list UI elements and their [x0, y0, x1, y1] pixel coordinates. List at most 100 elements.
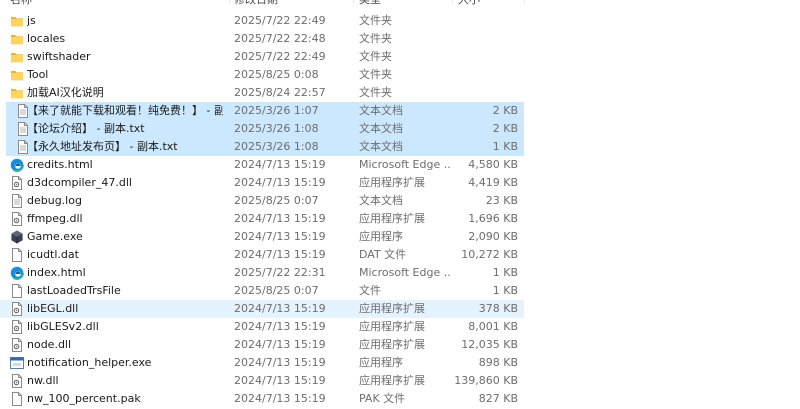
file-size: 1 KB — [492, 266, 518, 279]
file-name: locales — [27, 32, 66, 45]
folder-icon — [10, 50, 24, 64]
folder-icon — [10, 32, 24, 46]
column-divider[interactable] — [353, 0, 354, 3]
dll-file-icon — [10, 374, 24, 388]
file-date: 2024/7/13 15:19 — [234, 374, 326, 387]
file-size: 827 KB — [478, 392, 518, 405]
file-row[interactable]: 【来了就能下载和观看！纯免费！】 - 副... 2025/3/26 1:07 文本文… — [6, 102, 524, 120]
file-size: 2,090 KB — [468, 230, 518, 243]
file-row[interactable]: debug.log 2025/8/25 0:07 文本文档 23 KB — [0, 192, 524, 210]
file-type: Microsoft Edge ... — [359, 266, 451, 279]
file-name: icudtl.dat — [27, 248, 79, 261]
file-name: 加载AI汉化说明 — [27, 86, 104, 99]
file-type: 文本文档 — [359, 140, 403, 153]
file-name: Tool — [27, 68, 49, 81]
file-row[interactable]: locales 2025/7/22 22:48 文件夹 — [0, 30, 524, 48]
dll-file-icon — [10, 212, 24, 226]
blank-file-icon — [10, 392, 24, 406]
column-type-header[interactable]: 类型 — [359, 0, 381, 9]
file-type: 文件 — [359, 284, 381, 297]
file-date: 2025/3/26 1:08 — [234, 140, 319, 153]
file-size: 1 KB — [492, 284, 518, 297]
column-date-header[interactable]: 修改日期 — [234, 0, 278, 9]
file-name: libEGL.dll — [27, 302, 79, 315]
column-header: 名称 修改日期 类型 大小 — [0, 0, 800, 9]
file-row[interactable]: icudtl.dat 2024/7/13 15:19 DAT 文件 10,272 KB — [0, 246, 524, 264]
folder-icon — [10, 14, 24, 28]
file-date: 2024/7/13 15:19 — [234, 158, 326, 171]
column-divider[interactable] — [229, 0, 230, 3]
file-size: 139,860 KB — [454, 374, 518, 387]
file-row[interactable]: nw_100_percent.pak 2024/7/13 15:19 PAK 文件 8… — [0, 390, 524, 408]
file-row[interactable]: node.dll 2024/7/13 15:19 应用程序扩展 12,035 KB — [0, 336, 524, 354]
file-name: 【来了就能下载和观看！纯免费！】 - 副... — [27, 104, 223, 117]
column-name-header[interactable]: 名称 — [10, 0, 32, 9]
blank-file-icon — [10, 284, 24, 298]
file-row[interactable]: ffmpeg.dll 2024/7/13 15:19 应用程序扩展 1,696 KB — [0, 210, 524, 228]
file-row[interactable]: 加载AI汉化说明 2025/8/24 22:57 文件夹 — [0, 84, 524, 102]
file-type: 文本文档 — [359, 122, 403, 135]
file-name: libGLESv2.dll — [27, 320, 99, 333]
text-file-icon — [10, 194, 24, 208]
file-date: 2024/7/13 15:19 — [234, 320, 326, 333]
file-row[interactable]: Tool 2025/8/25 0:08 文件夹 — [0, 66, 524, 84]
file-name: debug.log — [27, 194, 82, 207]
file-row[interactable]: libGLESv2.dll 2024/7/13 15:19 应用程序扩展 8,001 … — [0, 318, 524, 336]
blank-file-icon — [10, 248, 24, 262]
file-name: nw_100_percent.pak — [27, 392, 141, 405]
file-type: DAT 文件 — [359, 248, 407, 261]
file-name: node.dll — [27, 338, 72, 351]
file-size — [452, 84, 518, 102]
file-row[interactable]: libEGL.dll 2024/7/13 15:19 应用程序扩展 378 KB — [0, 300, 524, 318]
file-row[interactable]: swiftshader 2025/7/22 22:49 文件夹 — [0, 48, 524, 66]
file-row[interactable]: Game.exe 2024/7/13 15:19 应用程序 2,090 KB — [0, 228, 524, 246]
exe-window-icon — [10, 356, 24, 370]
file-name: notification_helper.exe — [27, 356, 152, 369]
file-name: credits.html — [27, 158, 93, 171]
file-date: 2025/8/25 0:08 — [234, 68, 319, 81]
file-size: 378 KB — [478, 302, 518, 315]
dll-file-icon — [10, 320, 24, 334]
file-name: js — [27, 14, 36, 27]
file-row[interactable]: notification_helper.exe 2024/7/13 15:19 应用… — [0, 354, 524, 372]
file-date: 2024/7/13 15:19 — [234, 212, 326, 225]
file-row[interactable]: nw.dll 2024/7/13 15:19 应用程序扩展 139,860 KB — [0, 372, 524, 390]
file-row[interactable]: index.html 2025/7/22 22:31 Microsoft Edge … — [0, 264, 524, 282]
file-type: 应用程序扩展 — [359, 302, 425, 315]
file-name: nw.dll — [27, 374, 59, 387]
file-row[interactable]: credits.html 2024/7/13 15:19 Microsoft Edg… — [0, 156, 524, 174]
file-date: 2025/7/22 22:49 — [234, 14, 326, 27]
file-size: 1,696 KB — [468, 212, 518, 225]
file-size: 2 KB — [492, 122, 518, 135]
file-date: 2025/7/22 22:49 — [234, 50, 326, 63]
file-size: 23 KB — [485, 194, 518, 207]
file-row[interactable]: d3dcompiler_47.dll 2024/7/13 15:19 应用程序扩展 4… — [0, 174, 524, 192]
file-size — [452, 48, 518, 66]
dll-file-icon — [10, 176, 24, 190]
file-row[interactable]: js 2025/7/22 22:49 文件夹 — [0, 12, 524, 30]
file-date: 2024/7/13 15:19 — [234, 302, 326, 315]
file-date: 2024/7/13 15:19 — [234, 392, 326, 405]
column-divider[interactable] — [452, 0, 453, 3]
file-row[interactable]: 【论坛介绍】 - 副本.txt 2025/3/26 1:08 文本文档 2 KB — [6, 120, 524, 138]
column-size-header[interactable]: 大小 — [458, 0, 480, 9]
file-size: 4,580 KB — [468, 158, 518, 171]
file-type: 文件夹 — [359, 68, 392, 81]
file-size: 898 KB — [478, 356, 518, 369]
file-type: 文件夹 — [359, 32, 392, 45]
file-name: 【论坛介绍】 - 副本.txt — [27, 122, 145, 135]
file-row[interactable]: 【永久地址发布页】 - 副本.txt 2025/3/26 1:08 文本文档 1 KB — [6, 138, 524, 156]
file-date: 2025/7/22 22:31 — [234, 266, 326, 279]
file-type: 应用程序 — [359, 356, 403, 369]
file-date: 2024/7/13 15:19 — [234, 230, 326, 243]
file-type: 文件夹 — [359, 14, 392, 27]
file-size: 12,035 KB — [461, 338, 518, 351]
file-date: 2025/3/26 1:07 — [234, 104, 319, 117]
file-type: 应用程序扩展 — [359, 320, 425, 333]
file-size — [452, 12, 518, 30]
file-name: ffmpeg.dll — [27, 212, 83, 225]
file-type: Microsoft Edge ... — [359, 158, 451, 171]
file-date: 2025/8/25 0:07 — [234, 194, 319, 207]
file-row[interactable]: lastLoadedTrsFile 2025/8/25 0:07 文件 1 KB — [0, 282, 524, 300]
column-divider[interactable] — [524, 0, 525, 3]
